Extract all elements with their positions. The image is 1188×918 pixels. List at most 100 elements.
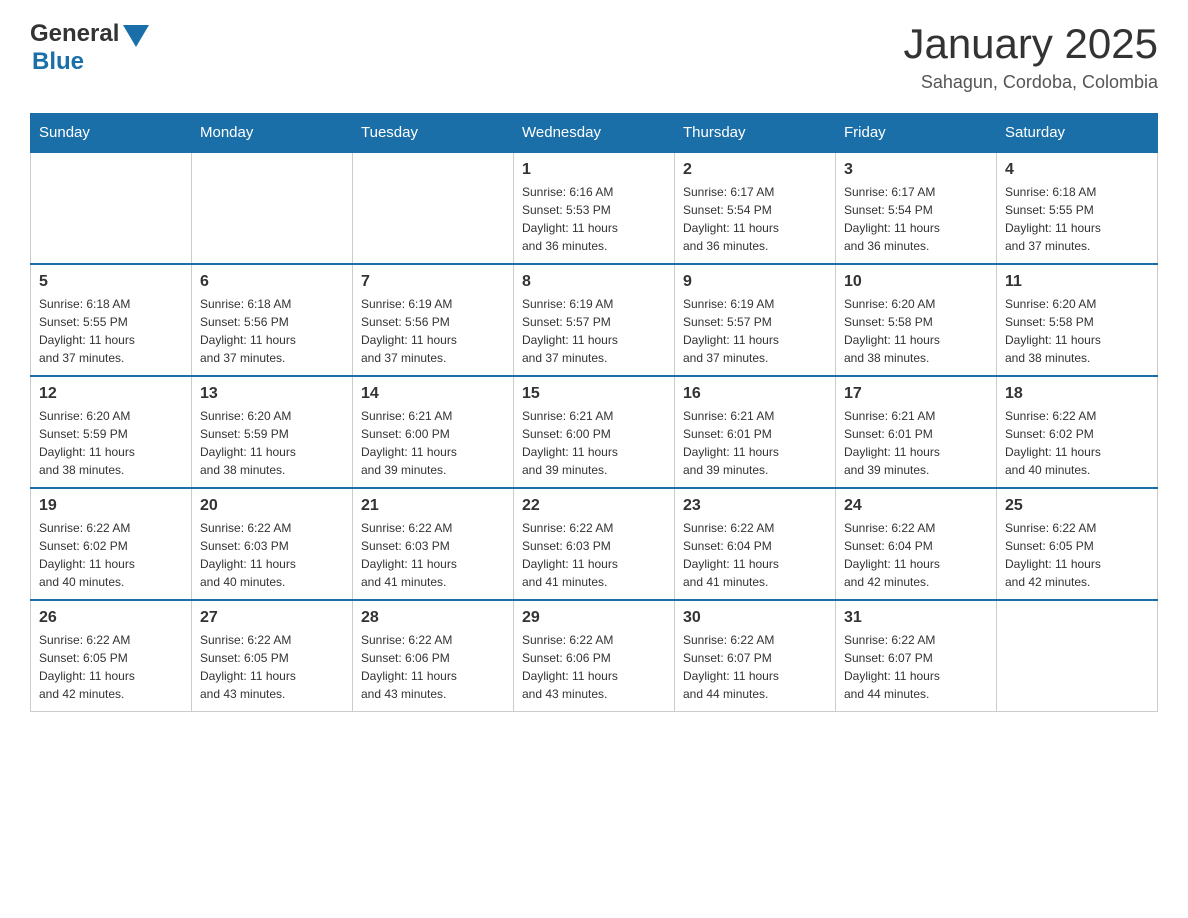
day-number: 26 — [39, 609, 183, 627]
calendar-cell: 8 Sunrise: 6:19 AMSunset: 5:57 PMDaylight… — [514, 264, 675, 376]
calendar-cell: 19Sunrise: 6:22 AMSunset: 6:02 PMDayligh… — [31, 488, 192, 600]
location: Sahagun, Cordoba, Colombia — [903, 72, 1158, 93]
calendar-cell — [31, 152, 192, 264]
day-info: Sunrise: 6:21 AMSunset: 6:00 PMDaylight:… — [522, 407, 666, 479]
calendar-cell: 28Sunrise: 6:22 AMSunset: 6:06 PMDayligh… — [353, 600, 514, 712]
week-row-3: 12 Sunrise: 6:20 AMSunset: 5:59 PMDayligh… — [31, 376, 1158, 488]
calendar-cell: 21 Sunrise: 6:22 AMSunset: 6:03 PMDayligh… — [353, 488, 514, 600]
day-info: Sunrise: 6:22 AMSunset: 6:03 PMDaylight:… — [522, 519, 666, 591]
day-info: Sunrise: 6:18 AMSunset: 5:55 PMDaylight:… — [1005, 183, 1149, 255]
day-number: 16 — [683, 385, 827, 403]
calendar-cell: 6Sunrise: 6:18 AMSunset: 5:56 PMDaylight… — [192, 264, 353, 376]
day-number: 21 — [361, 497, 505, 515]
calendar-cell: 22Sunrise: 6:22 AMSunset: 6:03 PMDayligh… — [514, 488, 675, 600]
day-number: 5 — [39, 273, 183, 291]
day-info: Sunrise: 6:20 AMSunset: 5:59 PMDaylight:… — [39, 407, 183, 479]
day-number: 24 — [844, 497, 988, 515]
calendar-cell: 9 Sunrise: 6:19 AMSunset: 5:57 PMDaylight… — [675, 264, 836, 376]
calendar-cell: 1Sunrise: 6:16 AMSunset: 5:53 PMDaylight… — [514, 152, 675, 264]
calendar-cell: 31Sunrise: 6:22 AMSunset: 6:07 PMDayligh… — [836, 600, 997, 712]
day-info: Sunrise: 6:22 AMSunset: 6:05 PMDaylight:… — [39, 631, 183, 703]
day-info: Sunrise: 6:17 AMSunset: 5:54 PMDaylight:… — [844, 183, 988, 255]
day-number: 3 — [844, 161, 988, 179]
day-info: Sunrise: 6:22 AMSunset: 6:03 PMDaylight:… — [361, 519, 505, 591]
day-number: 23 — [683, 497, 827, 515]
day-info: Sunrise: 6:22 AMSunset: 6:07 PMDaylight:… — [683, 631, 827, 703]
day-info: Sunrise: 6:20 AMSunset: 5:58 PMDaylight:… — [844, 295, 988, 367]
day-info: Sunrise: 6:18 AMSunset: 5:56 PMDaylight:… — [200, 295, 344, 367]
calendar-cell: 16Sunrise: 6:21 AMSunset: 6:01 PMDayligh… — [675, 376, 836, 488]
day-info: Sunrise: 6:16 AMSunset: 5:53 PMDaylight:… — [522, 183, 666, 255]
day-header-monday: Monday — [192, 114, 353, 153]
day-info: Sunrise: 6:19 AMSunset: 5:57 PMDaylight:… — [522, 295, 666, 367]
day-info: Sunrise: 6:21 AMSunset: 6:00 PMDaylight:… — [361, 407, 505, 479]
calendar-cell: 30 Sunrise: 6:22 AMSunset: 6:07 PMDayligh… — [675, 600, 836, 712]
day-info: Sunrise: 6:18 AMSunset: 5:55 PMDaylight:… — [39, 295, 183, 367]
calendar-cell — [353, 152, 514, 264]
calendar-cell: 26 Sunrise: 6:22 AMSunset: 6:05 PMDayligh… — [31, 600, 192, 712]
day-header-tuesday: Tuesday — [353, 114, 514, 153]
calendar-cell: 7 Sunrise: 6:19 AMSunset: 5:56 PMDaylight… — [353, 264, 514, 376]
day-header-sunday: Sunday — [31, 114, 192, 153]
day-number: 17 — [844, 385, 988, 403]
calendar-cell: 17 Sunrise: 6:21 AMSunset: 6:01 PMDayligh… — [836, 376, 997, 488]
day-info: Sunrise: 6:22 AMSunset: 6:05 PMDaylight:… — [1005, 519, 1149, 591]
page-header: General Blue January 2025 Sahagun, Cordo… — [30, 20, 1158, 93]
day-info: Sunrise: 6:22 AMSunset: 6:04 PMDaylight:… — [683, 519, 827, 591]
calendar-header-row: SundayMondayTuesdayWednesdayThursdayFrid… — [31, 114, 1158, 153]
day-info: Sunrise: 6:19 AMSunset: 5:57 PMDaylight:… — [683, 295, 827, 367]
day-number: 30 — [683, 609, 827, 627]
month-title: January 2025 — [903, 20, 1158, 68]
day-info: Sunrise: 6:22 AMSunset: 6:05 PMDaylight:… — [200, 631, 344, 703]
calendar-cell: 25 Sunrise: 6:22 AMSunset: 6:05 PMDayligh… — [997, 488, 1158, 600]
day-number: 31 — [844, 609, 988, 627]
day-header-thursday: Thursday — [675, 114, 836, 153]
logo-general-text: General — [30, 20, 119, 48]
calendar-cell: 11Sunrise: 6:20 AMSunset: 5:58 PMDayligh… — [997, 264, 1158, 376]
calendar-cell: 2Sunrise: 6:17 AMSunset: 5:54 PMDaylight… — [675, 152, 836, 264]
calendar-cell: 13Sunrise: 6:20 AMSunset: 5:59 PMDayligh… — [192, 376, 353, 488]
calendar-table: SundayMondayTuesdayWednesdayThursdayFrid… — [30, 113, 1158, 712]
day-number: 4 — [1005, 161, 1149, 179]
day-number: 7 — [361, 273, 505, 291]
calendar-cell: 23 Sunrise: 6:22 AMSunset: 6:04 PMDayligh… — [675, 488, 836, 600]
day-info: Sunrise: 6:22 AMSunset: 6:06 PMDaylight:… — [522, 631, 666, 703]
day-info: Sunrise: 6:22 AMSunset: 6:02 PMDaylight:… — [1005, 407, 1149, 479]
day-number: 15 — [522, 385, 666, 403]
calendar-cell: 29Sunrise: 6:22 AMSunset: 6:06 PMDayligh… — [514, 600, 675, 712]
calendar-cell: 14Sunrise: 6:21 AMSunset: 6:00 PMDayligh… — [353, 376, 514, 488]
day-header-friday: Friday — [836, 114, 997, 153]
logo-triangle-icon — [123, 25, 149, 47]
title-section: January 2025 Sahagun, Cordoba, Colombia — [903, 20, 1158, 93]
calendar-cell: 4 Sunrise: 6:18 AMSunset: 5:55 PMDaylight… — [997, 152, 1158, 264]
calendar-cell: 18Sunrise: 6:22 AMSunset: 6:02 PMDayligh… — [997, 376, 1158, 488]
day-number: 2 — [683, 161, 827, 179]
calendar-cell: 20 Sunrise: 6:22 AMSunset: 6:03 PMDayligh… — [192, 488, 353, 600]
day-info: Sunrise: 6:19 AMSunset: 5:56 PMDaylight:… — [361, 295, 505, 367]
calendar-cell: 27Sunrise: 6:22 AMSunset: 6:05 PMDayligh… — [192, 600, 353, 712]
day-info: Sunrise: 6:22 AMSunset: 6:04 PMDaylight:… — [844, 519, 988, 591]
day-info: Sunrise: 6:20 AMSunset: 5:59 PMDaylight:… — [200, 407, 344, 479]
day-number: 12 — [39, 385, 183, 403]
logo-blue-text: Blue — [32, 48, 84, 76]
day-header-wednesday: Wednesday — [514, 114, 675, 153]
day-number: 8 — [522, 273, 666, 291]
day-info: Sunrise: 6:21 AMSunset: 6:01 PMDaylight:… — [844, 407, 988, 479]
day-number: 9 — [683, 273, 827, 291]
day-number: 11 — [1005, 273, 1149, 291]
calendar-cell: 15 Sunrise: 6:21 AMSunset: 6:00 PMDayligh… — [514, 376, 675, 488]
calendar-cell — [997, 600, 1158, 712]
day-number: 20 — [200, 497, 344, 515]
day-number: 25 — [1005, 497, 1149, 515]
calendar-cell: 3 Sunrise: 6:17 AMSunset: 5:54 PMDaylight… — [836, 152, 997, 264]
week-row-4: 19Sunrise: 6:22 AMSunset: 6:02 PMDayligh… — [31, 488, 1158, 600]
week-row-5: 26 Sunrise: 6:22 AMSunset: 6:05 PMDayligh… — [31, 600, 1158, 712]
calendar-cell: 10Sunrise: 6:20 AMSunset: 5:58 PMDayligh… — [836, 264, 997, 376]
day-header-saturday: Saturday — [997, 114, 1158, 153]
calendar-cell: 24 Sunrise: 6:22 AMSunset: 6:04 PMDayligh… — [836, 488, 997, 600]
week-row-1: 1Sunrise: 6:16 AMSunset: 5:53 PMDaylight… — [31, 152, 1158, 264]
calendar-cell: 5 Sunrise: 6:18 AMSunset: 5:55 PMDaylight… — [31, 264, 192, 376]
day-info: Sunrise: 6:22 AMSunset: 6:06 PMDaylight:… — [361, 631, 505, 703]
day-info: Sunrise: 6:22 AMSunset: 6:03 PMDaylight:… — [200, 519, 344, 591]
logo: General Blue — [30, 20, 149, 76]
